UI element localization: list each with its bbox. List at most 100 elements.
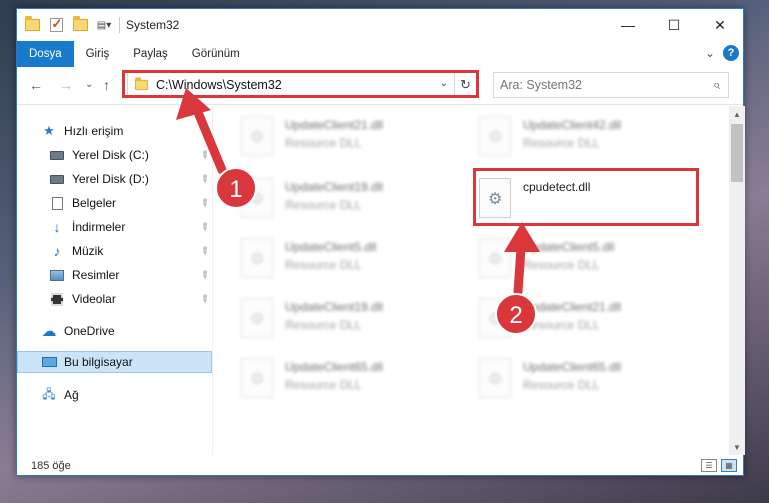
scroll-up-icon[interactable]: ▲	[729, 106, 745, 122]
music-icon: ♪	[53, 243, 61, 259]
dll-file-icon	[479, 298, 511, 338]
recent-locations-icon[interactable]: ⌄	[85, 79, 93, 90]
ribbon-right: ⌄ ?	[705, 45, 739, 61]
title-separator	[119, 17, 120, 33]
file-type: Resource DLL	[285, 378, 362, 392]
sidebar-item-quick-access[interactable]: ★ Hızlı erişim	[17, 120, 212, 142]
view-toggle: ☰ ▦	[701, 459, 737, 472]
tab-file[interactable]: Dosya	[17, 41, 74, 67]
file-type: Resource DLL	[523, 258, 600, 272]
file-name: UpdateClient65.dll	[523, 360, 622, 374]
details-view-icon[interactable]: ☰	[701, 459, 717, 472]
sidebar-item-local-disk-c[interactable]: Yerel Disk (C:) ✎	[17, 144, 212, 166]
drive-icon	[49, 148, 65, 162]
pin-icon[interactable]: ✎	[197, 220, 211, 234]
new-folder-icon[interactable]	[71, 16, 89, 34]
file-name: UpdateClient5.dll	[285, 240, 377, 254]
star-icon: ★	[43, 123, 55, 138]
document-icon	[49, 196, 65, 210]
sidebar-item-local-disk-d[interactable]: Yerel Disk (D:) ✎	[17, 168, 212, 190]
dll-file-icon	[241, 178, 273, 218]
dll-file-icon	[241, 116, 273, 156]
sidebar-item-videos[interactable]: Videolar ✎	[17, 288, 212, 310]
sidebar-item-label: Bu bilgisayar	[64, 355, 133, 369]
sidebar-item-pictures[interactable]: Resimler ✎	[17, 264, 212, 286]
tab-home[interactable]: Giriş	[74, 41, 122, 67]
network-icon: 🖧	[42, 386, 56, 401]
close-button[interactable]: ✕	[697, 9, 743, 41]
status-bar: 185 öğe ☰ ▦	[17, 455, 743, 477]
sidebar-item-label: Videolar	[72, 292, 116, 306]
file-name: UpdateClient42.dll	[523, 118, 622, 132]
sidebar-item-label: Belgeler	[72, 196, 117, 210]
dll-file-icon	[479, 358, 511, 398]
list-item[interactable]: UpdateClient19.dll Resource DLL	[241, 176, 441, 226]
help-icon[interactable]: ?	[723, 45, 739, 61]
up-arrow-icon[interactable]: ↑	[103, 77, 110, 93]
sidebar-item-onedrive[interactable]: ☁ OneDrive	[17, 320, 212, 342]
sidebar-item-this-pc[interactable]: Bu bilgisayar	[17, 351, 212, 373]
sidebar-item-label: Ağ	[64, 388, 79, 402]
dll-file-icon	[241, 298, 273, 338]
back-arrow-icon[interactable]: ←	[29, 77, 43, 93]
search-placeholder: Ara: System32	[500, 78, 582, 92]
tiles-view-icon[interactable]: ▦	[721, 459, 737, 472]
sidebar-item-label: Müzik	[72, 244, 104, 258]
cloud-icon: ☁	[41, 323, 57, 340]
file-type: Resource DLL	[523, 318, 600, 332]
file-type: Resource DLL	[285, 318, 362, 332]
properties-icon[interactable]	[47, 16, 65, 34]
expand-ribbon-icon[interactable]: ⌄	[705, 46, 715, 60]
pin-icon[interactable]: ✎	[197, 172, 211, 186]
dll-file-icon	[479, 238, 511, 278]
sidebar-item-label: Yerel Disk (C:)	[72, 148, 149, 162]
tab-view[interactable]: Görünüm	[180, 41, 252, 67]
drive-icon	[49, 172, 65, 186]
tab-share[interactable]: Paylaş	[121, 41, 180, 67]
file-type: Resource DLL	[285, 258, 362, 272]
file-type: Resource DLL	[523, 136, 600, 150]
list-item[interactable]: UpdateClient42.dll Resource DLL	[479, 114, 679, 164]
list-item[interactable]: UpdateClient5.dll Resource DLL	[479, 236, 679, 286]
customize-toolbar-icon[interactable]: ▤▾	[95, 16, 113, 34]
list-item[interactable]: UpdateClient65.dll Resource DLL	[241, 356, 441, 406]
pin-icon[interactable]: ✎	[197, 268, 211, 282]
videos-icon	[49, 292, 65, 306]
scroll-down-icon[interactable]: ▼	[729, 439, 745, 455]
dll-file-icon	[241, 238, 273, 278]
minimize-button[interactable]: —	[605, 9, 651, 41]
file-type: Resource DLL	[523, 378, 600, 392]
sidebar-item-label: Yerel Disk (D:)	[72, 172, 149, 186]
sidebar-item-label: OneDrive	[64, 324, 115, 338]
file-name: UpdateClient21.dll	[285, 118, 384, 132]
sidebar-item-network[interactable]: 🖧 Ağ	[17, 384, 212, 406]
list-item[interactable]: UpdateClient19.dll Resource DLL	[241, 296, 441, 346]
pin-icon[interactable]: ✎	[197, 148, 211, 162]
pin-icon[interactable]: ✎	[197, 244, 211, 258]
sidebar-item-label: Resimler	[72, 268, 120, 282]
navigation-pane: ★ Hızlı erişim Yerel Disk (C:) ✎ Yerel D…	[17, 106, 213, 455]
ribbon-tabs: Dosya Giriş Paylaş Görünüm ⌄ ?	[17, 41, 743, 67]
pin-icon[interactable]: ✎	[197, 292, 211, 306]
search-input[interactable]: Ara: System32 ⌕	[493, 72, 729, 98]
sidebar-item-downloads[interactable]: ↓ İndirmeler ✎	[17, 216, 212, 238]
title-bar: ▤▾ System32 — ☐ ✕	[17, 9, 743, 41]
sidebar-item-music[interactable]: ♪ Müzik ✎	[17, 240, 212, 262]
vertical-scrollbar[interactable]: ▲ ▼	[729, 106, 745, 455]
list-item[interactable]: UpdateClient21.dll Resource DLL	[241, 114, 441, 164]
address-highlight-box	[122, 70, 479, 98]
search-icon[interactable]: ⌕	[713, 77, 720, 93]
maximize-button[interactable]: ☐	[651, 9, 697, 41]
sidebar-item-documents[interactable]: Belgeler ✎	[17, 192, 212, 214]
list-item[interactable]: UpdateClient5.dll Resource DLL	[241, 236, 441, 286]
file-name: UpdateClient21.dll	[523, 300, 622, 314]
forward-arrow-icon[interactable]: →	[59, 77, 73, 93]
pin-icon[interactable]: ✎	[197, 196, 211, 210]
list-item[interactable]: UpdateClient65.dll Resource DLL	[479, 356, 679, 406]
file-type: Resource DLL	[285, 198, 362, 212]
file-name: UpdateClient5.dll	[523, 240, 615, 254]
sidebar-item-label: İndirmeler	[72, 220, 126, 234]
scrollbar-thumb[interactable]	[731, 124, 743, 182]
list-item[interactable]: UpdateClient21.dll Resource DLL	[479, 296, 679, 346]
folder-icon	[23, 16, 41, 34]
